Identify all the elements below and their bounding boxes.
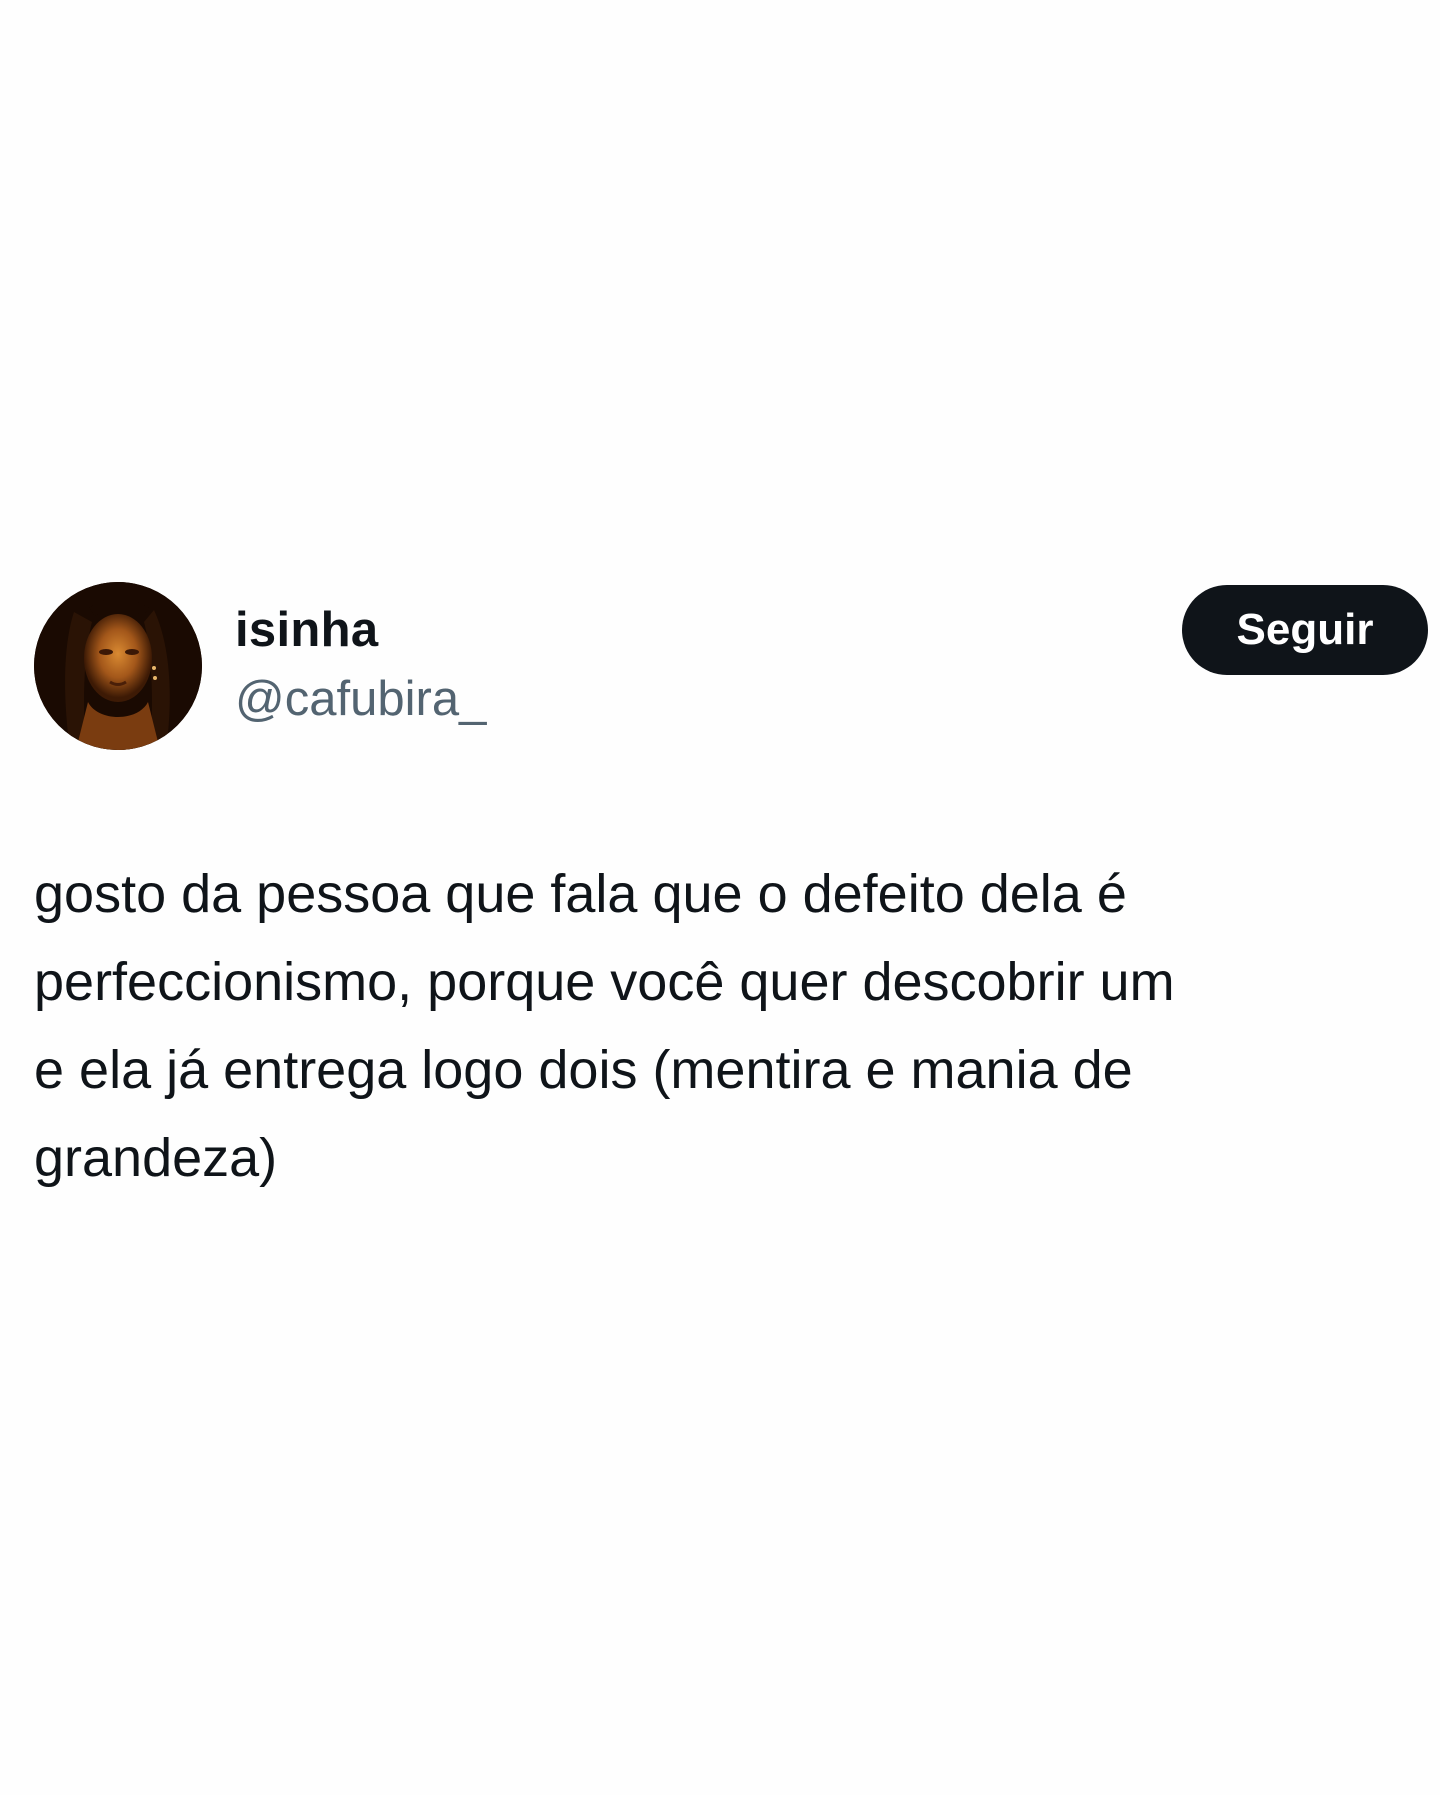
display-name[interactable]: isinha	[235, 602, 378, 658]
tweet-text: gosto da pessoa que fala que o defeito d…	[34, 864, 1175, 1188]
avatar-photo	[34, 582, 202, 750]
user-handle[interactable]: @cafubira_	[235, 671, 486, 727]
avatar[interactable]	[34, 582, 202, 750]
follow-button[interactable]: Seguir	[1182, 585, 1428, 675]
